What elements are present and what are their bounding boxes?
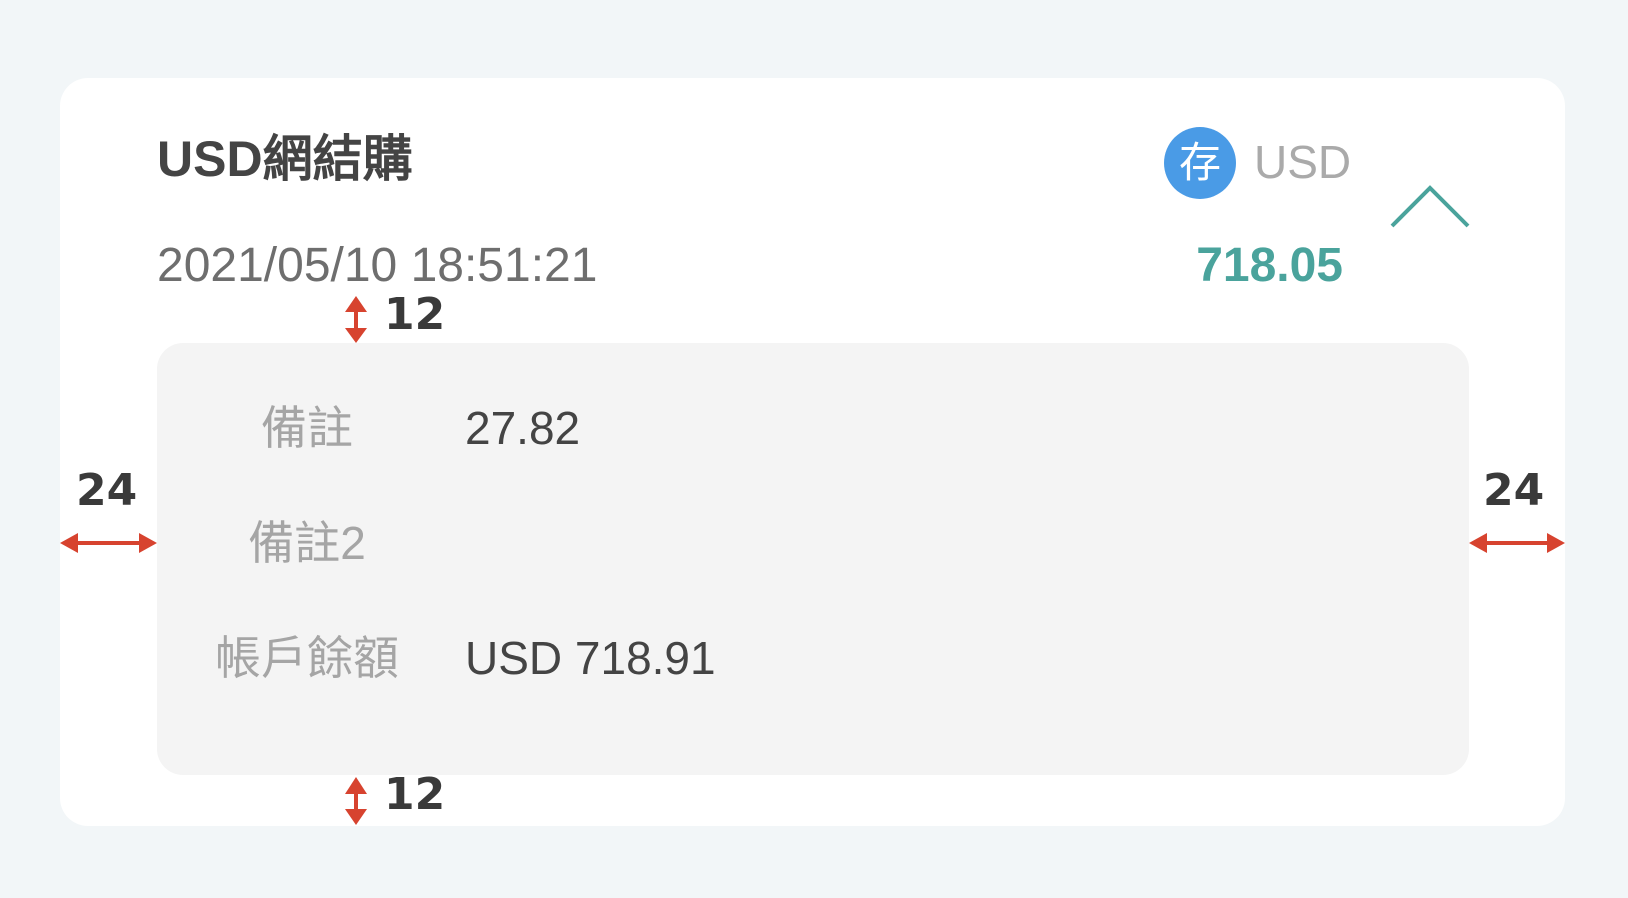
top-gap-label: 12 xyxy=(384,289,446,340)
transaction-title: USD網結購 xyxy=(157,131,413,187)
collapse-button[interactable] xyxy=(1388,180,1472,236)
transaction-amount: 718.05 xyxy=(1196,239,1343,292)
detail-label: 備註2 xyxy=(248,517,366,569)
detail-value: USD 718.91 xyxy=(465,632,716,684)
deposit-badge-icon: 存 xyxy=(1164,127,1236,199)
detail-row-balance: 帳戶餘額 USD 718.91 xyxy=(157,623,1469,693)
detail-label: 帳戶餘額 xyxy=(215,632,399,684)
details-panel: 備註 27.82 備註2 帳戶餘額 USD 718.91 xyxy=(157,343,1469,775)
detail-row-note: 備註 27.82 xyxy=(157,393,1469,463)
transaction-datetime: 2021/05/10 18:51:21 xyxy=(157,239,598,292)
right-margin-label: 24 xyxy=(1483,465,1545,516)
currency-label: USD xyxy=(1254,136,1352,188)
left-margin-label: 24 xyxy=(76,465,138,516)
detail-label: 備註 xyxy=(261,402,353,454)
chevron-up-icon xyxy=(1390,185,1470,228)
detail-row-note2: 備註2 xyxy=(157,508,1469,578)
bottom-gap-label: 12 xyxy=(384,769,446,820)
detail-value: 27.82 xyxy=(465,402,581,454)
